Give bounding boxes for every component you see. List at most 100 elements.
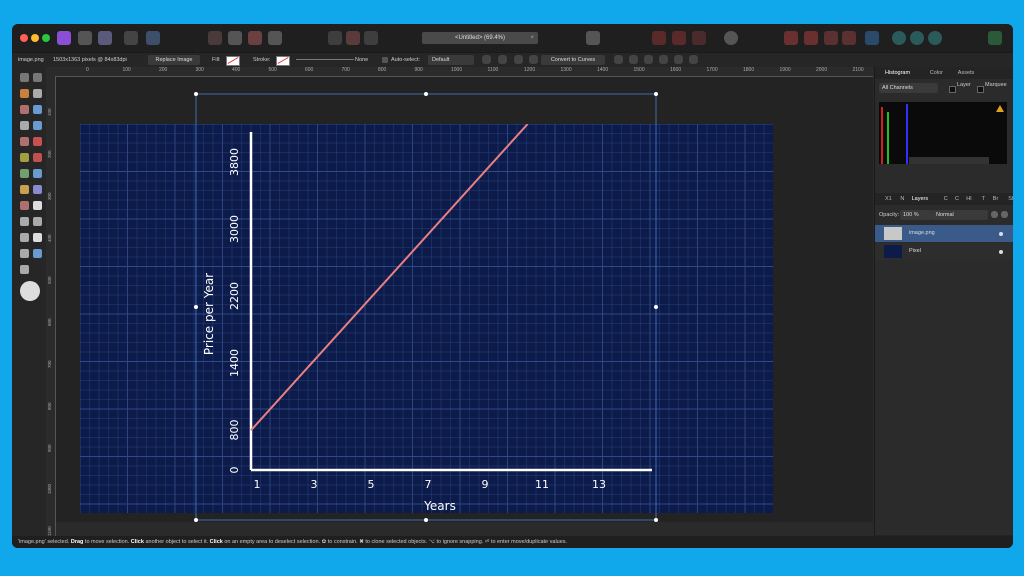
autoselect-checkbox[interactable] — [382, 57, 388, 63]
channels-dropdown[interactable]: All Channels — [879, 83, 938, 93]
snapping-icon[interactable] — [652, 31, 666, 45]
transform-origin-icon[interactable] — [482, 55, 491, 64]
marquee-tool-icon[interactable] — [20, 121, 29, 130]
autoselect-dropdown[interactable]: Default — [428, 55, 474, 65]
app-logo-icon[interactable] — [57, 31, 71, 45]
layer-row-pixel[interactable]: Pixel — [875, 243, 1013, 260]
grid-tool-icon[interactable] — [20, 249, 29, 258]
healing-tool-icon[interactable] — [20, 153, 29, 162]
panel-tab-color[interactable]: Color — [930, 67, 943, 79]
blur-tool-icon[interactable] — [33, 169, 42, 178]
stroke-swatch[interactable] — [276, 56, 290, 66]
layer-option-checkbox[interactable] — [949, 86, 956, 93]
pen-tool-icon[interactable] — [33, 201, 42, 210]
rotate-icon[interactable] — [529, 55, 538, 64]
panel-tab-histogram[interactable]: Histogram — [885, 67, 910, 79]
panel-tab-c[interactable]: C — [955, 193, 959, 205]
boolean-add-icon[interactable] — [892, 31, 906, 45]
align-middle-icon[interactable] — [674, 55, 683, 64]
align-icon[interactable] — [865, 31, 879, 45]
ruler-horizontal[interactable]: 0 100 200 300 400 500 600 700 800 900 1000 1100 1200… — [46, 67, 873, 77]
flood-select-tool-icon[interactable] — [33, 121, 42, 130]
close-document-icon[interactable]: × — [530, 32, 534, 44]
paint-brush-tool-icon[interactable] — [20, 89, 29, 98]
account-icon[interactable] — [988, 31, 1002, 45]
selection-all-icon[interactable] — [328, 31, 342, 45]
marquee-option-checkbox[interactable] — [977, 86, 984, 93]
selection-brush-tool-icon[interactable] — [33, 105, 42, 114]
selection-invert-icon[interactable] — [364, 31, 378, 45]
panel-tab-n[interactable]: N — [900, 193, 904, 205]
layer-row-image[interactable]: image.png — [875, 225, 1013, 242]
persona-photo-icon[interactable] — [78, 31, 92, 45]
panel-tab-layers[interactable]: Layers — [912, 193, 929, 205]
align-bottom-icon[interactable] — [689, 55, 698, 64]
replace-image-button[interactable]: Replace Image — [148, 55, 200, 65]
layer-visibility-icon[interactable] — [999, 232, 1003, 236]
magnet-icon[interactable] — [692, 31, 706, 45]
auto-white-balance-icon[interactable] — [268, 31, 282, 45]
panel-tab-st[interactable]: St — [1008, 193, 1013, 205]
sharpen-tool-icon[interactable] — [33, 185, 42, 194]
smudge-tool-icon[interactable] — [20, 201, 29, 210]
move-tool-icon[interactable] — [20, 73, 29, 82]
clone-tool-icon[interactable] — [20, 137, 29, 146]
levels-icon[interactable] — [208, 31, 222, 45]
color-wheel-tool-icon[interactable] — [20, 281, 40, 301]
rectangle-tool-icon[interactable] — [20, 233, 29, 242]
arrange-backward-icon[interactable] — [842, 31, 856, 45]
align-center-icon[interactable] — [629, 55, 638, 64]
dodge-tool-icon[interactable] — [20, 185, 29, 194]
stroke-width-slider[interactable] — [296, 59, 354, 60]
ruler-tick-label: 1900 — [779, 67, 791, 73]
zoom-window-button[interactable] — [42, 34, 50, 42]
panel-tab-x1[interactable]: X1 — [885, 193, 892, 205]
view-tool-icon[interactable] — [33, 73, 42, 82]
arrange-back-icon[interactable] — [824, 31, 838, 45]
retouch-tool-icon[interactable] — [33, 137, 42, 146]
persona-liquify-icon[interactable] — [98, 31, 112, 45]
auto-color-icon[interactable] — [248, 31, 262, 45]
flip-vertical-icon[interactable] — [514, 55, 523, 64]
layer-lock-icon[interactable] — [1001, 211, 1008, 218]
boolean-subtract-icon[interactable] — [910, 31, 924, 45]
eyedropper-tool-icon[interactable] — [20, 105, 29, 114]
close-window-button[interactable] — [20, 34, 28, 42]
inpainting-tool-icon[interactable] — [20, 169, 29, 178]
minimize-window-button[interactable] — [31, 34, 39, 42]
shape-tool-icon[interactable] — [33, 217, 42, 226]
arrange-forward-icon[interactable] — [804, 31, 818, 45]
warp-tool-icon[interactable] — [33, 249, 42, 258]
layer-visibility-icon[interactable] — [999, 250, 1003, 254]
snapping-options-icon[interactable] — [672, 31, 686, 45]
auto-contrast-icon[interactable] — [228, 31, 242, 45]
selection-deselect-icon[interactable] — [346, 31, 360, 45]
blend-mode-dropdown[interactable]: Normal — [933, 210, 988, 220]
text-tool-icon[interactable] — [33, 233, 42, 242]
panel-tab-t[interactable]: T — [982, 193, 985, 205]
persona-develop-icon[interactable] — [124, 31, 138, 45]
boolean-intersect-icon[interactable] — [928, 31, 942, 45]
opacity-field[interactable]: 100 % — [900, 210, 933, 220]
align-left-icon[interactable] — [614, 55, 623, 64]
red-eye-tool-icon[interactable] — [33, 153, 42, 162]
panel-tab-hi[interactable]: HI — [966, 193, 972, 205]
assistant-icon[interactable] — [724, 31, 738, 45]
persona-export-icon[interactable] — [146, 31, 160, 45]
ruler-vertical[interactable]: 100 200 300 400 500 600 700 800 900 1000 1100 — [46, 76, 56, 546]
document-tab[interactable]: <Untitled> (69.4%) × — [422, 32, 538, 44]
zoom-tool-icon[interactable] — [20, 265, 29, 274]
crop-tool-icon[interactable] — [33, 89, 42, 98]
layer-settings-icon[interactable] — [991, 211, 998, 218]
panel-tab-br[interactable]: Br — [993, 193, 999, 205]
align-right-icon[interactable] — [644, 55, 653, 64]
node-tool-icon[interactable] — [20, 217, 29, 226]
fill-swatch[interactable] — [226, 56, 240, 66]
arrange-front-icon[interactable] — [784, 31, 798, 45]
selection-box[interactable] — [190, 88, 665, 528]
panel-tab-c[interactable]: C — [944, 193, 948, 205]
convert-to-curves-button[interactable]: Convert to Curves — [541, 55, 605, 65]
flip-horizontal-icon[interactable] — [498, 55, 507, 64]
align-top-icon[interactable] — [659, 55, 668, 64]
quick-mask-icon[interactable] — [586, 31, 600, 45]
